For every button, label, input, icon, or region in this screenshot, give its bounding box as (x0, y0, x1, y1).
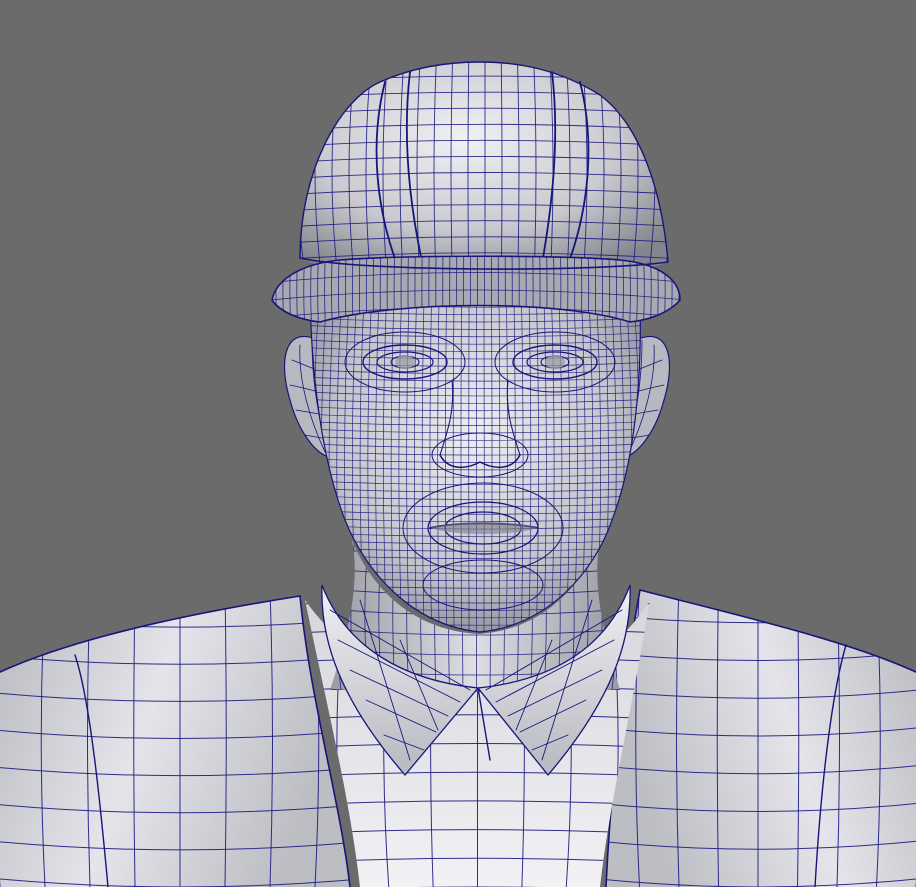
right-eye (545, 355, 565, 369)
3d-viewport[interactable] (0, 0, 916, 887)
wireframe-model-render (0, 0, 916, 887)
left-eye (395, 355, 415, 369)
